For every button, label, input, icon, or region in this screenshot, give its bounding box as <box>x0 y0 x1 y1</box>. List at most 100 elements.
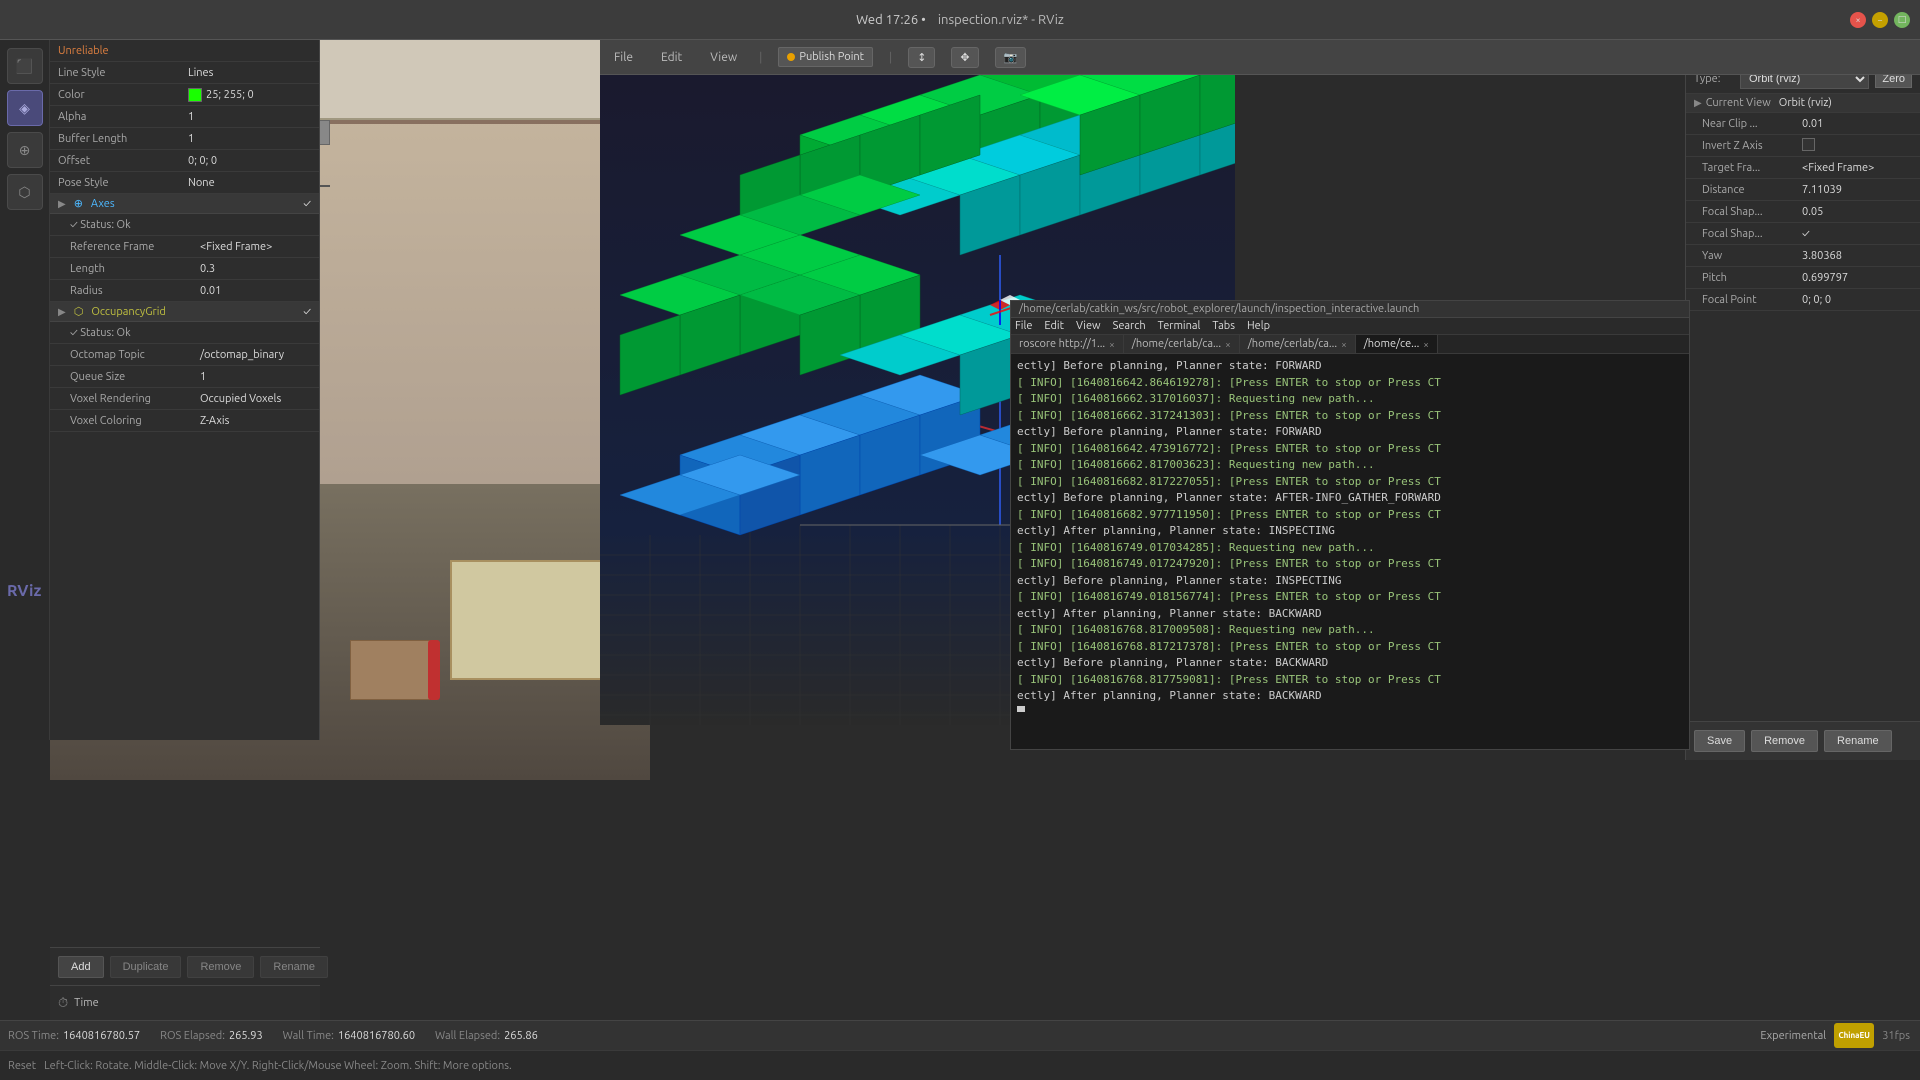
menu-item-file[interactable]: File <box>608 49 639 66</box>
wall-elapsed-label: Wall Elapsed: <box>435 1030 500 1042</box>
unreliable-label: Unreliable <box>58 45 109 57</box>
maximize-button[interactable]: □ <box>1894 12 1910 28</box>
publish-point-button[interactable]: Publish Point <box>778 47 873 67</box>
yaw-row: Yaw 3.80368 <box>1686 245 1920 267</box>
occupancy-label: OccupancyGrid <box>91 306 166 318</box>
octomap-topic-value[interactable]: /octomap_binary <box>200 349 284 361</box>
fps-counter: 31fps <box>1882 1030 1910 1042</box>
menu-item-edit[interactable]: Edit <box>655 49 688 66</box>
app-title: inspection.rviz* - RViz <box>938 13 1064 27</box>
views-remove-button[interactable]: Remove <box>1751 730 1818 752</box>
term-line-7: [ INFO] [1640816662.817003623]: Requesti… <box>1017 457 1683 474</box>
terminal-tab-1[interactable]: roscore http://1... × <box>1011 335 1124 353</box>
move-icon: ✥ <box>960 51 969 64</box>
sidebar-icon-3d[interactable]: ⬡ <box>7 174 43 210</box>
axes-checkbox[interactable]: ✓ <box>303 198 311 210</box>
ros-time-label: ROS Time: <box>8 1030 59 1042</box>
alpha-value[interactable]: 1 <box>188 111 194 123</box>
octomap-topic-row: Octomap Topic /octomap_binary <box>50 344 319 366</box>
buffer-length-value[interactable]: 1 <box>188 133 194 145</box>
axes-expand-arrow: ▶ <box>58 198 66 210</box>
queue-size-value[interactable]: 1 <box>200 371 206 383</box>
tab-4-close[interactable]: × <box>1423 339 1429 350</box>
focal-shape2-row: Focal Shap... ✓ <box>1686 223 1920 245</box>
voxel-rendering-value[interactable]: Occupied Voxels <box>200 393 281 405</box>
axes-radius-value[interactable]: 0.01 <box>200 285 221 297</box>
tab-1-close[interactable]: × <box>1109 339 1115 350</box>
title-bar: Wed 17:26 • inspection.rviz* - RViz × − … <box>0 0 1920 40</box>
occupancy-grid-section-header[interactable]: ▶ ⬡ OccupancyGrid ✓ <box>50 302 319 322</box>
yaw-value[interactable]: 3.80368 <box>1802 250 1842 262</box>
move-tool-button[interactable]: ✥ <box>951 47 978 68</box>
views-rename-button[interactable]: Rename <box>1824 730 1892 752</box>
terminal-menu-tabs[interactable]: Tabs <box>1212 320 1235 332</box>
focal-point-value[interactable]: 0; 0; 0 <box>1802 294 1831 306</box>
line-style-value[interactable]: Lines <box>188 67 213 79</box>
terminal-menu-help[interactable]: Help <box>1247 320 1270 332</box>
axes-section-header[interactable]: ▶ ⊕ Axes ✓ <box>50 194 319 214</box>
offset-value[interactable]: 0; 0; 0 <box>188 155 217 167</box>
axes-radius-label: Radius <box>70 285 200 297</box>
terminal-menu-search[interactable]: Search <box>1113 320 1146 332</box>
status-bar: ROS Time: 1640816780.57 ROS Elapsed: 265… <box>0 1020 1920 1050</box>
close-button[interactable]: × <box>1850 12 1866 28</box>
offset-row: Offset 0; 0; 0 <box>50 150 319 172</box>
remove-button[interactable]: Remove <box>187 956 254 978</box>
axes-length-value[interactable]: 0.3 <box>200 263 215 275</box>
minimize-button[interactable]: − <box>1872 12 1888 28</box>
terminal-tab-4[interactable]: /home/ce... × <box>1356 335 1438 353</box>
window-controls: × − □ <box>1850 12 1910 28</box>
focal-shape2-value[interactable]: ✓ <box>1802 228 1810 240</box>
terminal-menu-terminal[interactable]: Terminal <box>1158 320 1201 332</box>
invert-z-checkbox[interactable] <box>1802 138 1815 151</box>
time-icon: ⏱ <box>58 996 68 1011</box>
terminal-tab-3[interactable]: /home/cerlab/ca... × <box>1240 335 1356 353</box>
terminal-menu-view[interactable]: View <box>1076 320 1101 332</box>
ros-time-value: 1640816780.57 <box>63 1030 140 1042</box>
sidebar-icon-map[interactable]: ⊕ <box>7 132 43 168</box>
invert-z-value[interactable] <box>1802 138 1815 154</box>
terminal-cursor <box>1017 706 1025 712</box>
sidebar-icon-terminal[interactable]: ⬛ <box>7 48 43 84</box>
voxel-coloring-value[interactable]: Z-Axis <box>200 415 229 427</box>
voxel-coloring-label: Voxel Coloring <box>70 415 200 427</box>
sidebar-icon-rviz[interactable]: ◈ <box>7 90 43 126</box>
color-label: Color <box>58 89 188 101</box>
focal-point-label: Focal Point <box>1702 294 1802 306</box>
pitch-value[interactable]: 0.699797 <box>1802 272 1848 284</box>
color-value[interactable]: 25; 255; 0 <box>188 88 254 102</box>
near-clip-row: Near Clip ... 0.01 <box>1686 113 1920 135</box>
occupancy-checkbox[interactable]: ✓ <box>303 306 311 318</box>
target-frame-value[interactable]: <Fixed Frame> <box>1802 162 1874 174</box>
views-action-bar: Save Remove Rename <box>1686 721 1920 760</box>
pose-style-value[interactable]: None <box>188 177 215 189</box>
reference-frame-value[interactable]: <Fixed Frame> <box>200 241 272 253</box>
left-sidebar: ⬛ ◈ ⊕ ⬡ RViz <box>0 40 50 740</box>
axes-radius-row: Radius 0.01 <box>50 280 319 302</box>
menu-item-view[interactable]: View <box>704 49 743 66</box>
tab-3-close[interactable]: × <box>1341 339 1347 350</box>
axes-status-label: ✓ Status: Ok <box>70 219 200 231</box>
terminal-content[interactable]: ectly] Before planning, Planner state: F… <box>1011 354 1689 712</box>
focal-shape1-value[interactable]: 0.05 <box>1802 206 1823 218</box>
tab-2-close[interactable]: × <box>1225 339 1231 350</box>
current-view-label: Current View <box>1706 97 1771 109</box>
terminal-menu-file[interactable]: File <box>1015 320 1032 332</box>
experimental-label: Experimental <box>1760 1030 1826 1042</box>
interact-tool-button[interactable]: ↕ <box>908 47 935 68</box>
duplicate-button[interactable]: Duplicate <box>110 956 182 978</box>
wall-elapsed-item: Wall Elapsed: 265.86 <box>435 1030 538 1042</box>
term-line-6: [ INFO] [1640816642.473916772]: [Press E… <box>1017 441 1683 458</box>
add-button[interactable]: Add <box>58 956 104 978</box>
views-save-button[interactable]: Save <box>1694 730 1745 752</box>
reset-label[interactable]: Reset <box>8 1060 36 1072</box>
rename-button[interactable]: Rename <box>260 956 328 978</box>
color-swatch[interactable] <box>188 88 202 102</box>
terminal-tab-2[interactable]: /home/cerlab/ca... × <box>1124 335 1240 353</box>
publish-dot-icon <box>787 53 795 61</box>
camera-tool-button[interactable]: 📷 <box>995 47 1027 68</box>
term-line-19: ectly] Before planning, Planner state: B… <box>1017 655 1683 672</box>
terminal-menu-edit[interactable]: Edit <box>1044 320 1064 332</box>
near-clip-value[interactable]: 0.01 <box>1802 118 1823 130</box>
distance-value[interactable]: 7.11039 <box>1802 184 1842 196</box>
